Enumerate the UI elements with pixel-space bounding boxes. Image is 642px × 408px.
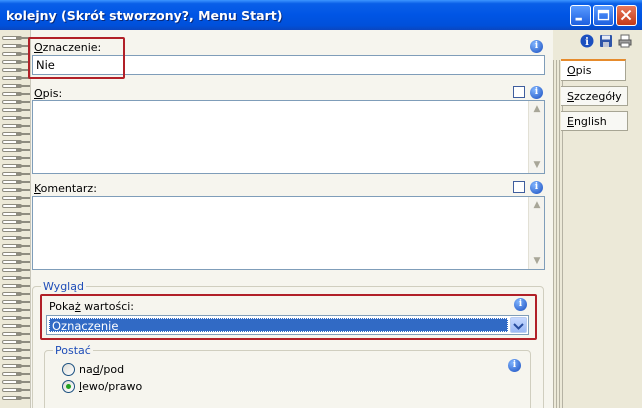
binder-ring [2, 172, 30, 178]
expand-icon[interactable] [513, 86, 525, 98]
binder-ring [2, 164, 30, 170]
binder-ring [2, 44, 30, 50]
tab-opis[interactable]: Opis [561, 59, 626, 81]
scroll-down-icon[interactable]: ▼ [529, 253, 545, 269]
save-icon[interactable] [599, 34, 613, 48]
binder-ring [2, 92, 30, 98]
binder-ring [2, 268, 30, 274]
binder-ring [2, 68, 30, 74]
binder-ring [2, 348, 30, 354]
binder-ring [2, 132, 30, 138]
form-panel: Oznaczenie: i Nie Opis: i ▲ ▼ Komentarz:… [28, 30, 553, 408]
binder-ring [2, 356, 30, 362]
binder-ring [2, 220, 30, 226]
binder-ring [2, 188, 30, 194]
radio-lewo-prawo[interactable] [62, 380, 75, 393]
binder-ring [2, 332, 30, 338]
window-title: kolejny (Skrót stworzony?, Menu Start) [6, 8, 283, 23]
svg-text:i: i [585, 37, 589, 48]
binder-ring [2, 228, 30, 234]
binder-ring [2, 324, 30, 330]
binder-ring [2, 388, 30, 394]
postac-group [44, 350, 531, 408]
binder-ring [2, 212, 30, 218]
komentarz-label: Komentarz: [34, 182, 97, 195]
binder-ring [2, 116, 30, 122]
info-icon[interactable]: i [530, 86, 543, 99]
binder-ring [2, 36, 30, 42]
print-icon[interactable] [618, 34, 632, 48]
binder-ring [2, 292, 30, 298]
info-icon[interactable]: i [530, 181, 543, 194]
binder-ring [2, 100, 30, 106]
binder-ring [2, 108, 30, 114]
scroll-up-icon[interactable]: ▲ [529, 101, 545, 117]
opis-textarea[interactable]: ▲ ▼ [32, 100, 545, 174]
binder-ring [2, 124, 30, 130]
postac-group-title: Postać [53, 344, 93, 357]
pokaz-wartosci-highlight [40, 294, 537, 340]
info-icon[interactable]: i [530, 40, 543, 53]
binder-ring [2, 252, 30, 258]
radio-checked-dot [66, 384, 71, 389]
komentarz-scrollbar[interactable]: ▲ ▼ [528, 197, 544, 269]
binder-ring [2, 76, 30, 82]
binder-ring [2, 284, 30, 290]
binder-ring [2, 244, 30, 250]
binder-ring [2, 316, 30, 322]
binder-ring [2, 60, 30, 66]
scroll-up-icon[interactable]: ▲ [529, 197, 545, 213]
radio-lewo-prawo-label: lewo/prawo [79, 380, 143, 393]
binder-ring [2, 156, 30, 162]
maximize-icon [597, 9, 610, 21]
binder-ring [2, 180, 30, 186]
opis-scrollbar[interactable]: ▲ ▼ [528, 101, 544, 173]
radio-nad-pod-label: nad/pod [79, 363, 125, 376]
komentarz-textarea[interactable]: ▲ ▼ [32, 196, 545, 270]
binder-ring [2, 148, 30, 154]
binder-ring [2, 276, 30, 282]
binder-ring [2, 300, 30, 306]
spiral-binding [0, 30, 30, 408]
tab-english[interactable]: English [561, 111, 628, 131]
info-icon[interactable]: i [508, 359, 521, 372]
binder-ring [2, 396, 30, 402]
binder-ring [2, 260, 30, 266]
binder-ring [2, 380, 30, 386]
binder-ring [2, 308, 30, 314]
binder-ring [2, 372, 30, 378]
oznaczenie-highlight [28, 37, 125, 79]
opis-label: Opis: [34, 87, 63, 100]
info-icon[interactable]: i [580, 34, 594, 48]
binder-ring [2, 196, 30, 202]
tab-szczegoly[interactable]: Szczegóły [561, 86, 628, 106]
expand-icon[interactable] [513, 181, 525, 193]
binder-ring [2, 140, 30, 146]
close-button[interactable] [616, 5, 637, 26]
scroll-down-icon[interactable]: ▼ [529, 157, 545, 173]
minimize-icon [575, 17, 582, 21]
minimize-button[interactable] [570, 5, 591, 26]
binder-ring [2, 340, 30, 346]
binder-ring [2, 236, 30, 242]
radio-nad-pod[interactable] [62, 363, 75, 376]
title-bar[interactable]: kolejny (Skrót stworzony?, Menu Start) [0, 0, 642, 30]
binder-ring [2, 204, 30, 210]
binder-ring [2, 84, 30, 90]
wyglad-group-title: Wygląd [41, 280, 86, 293]
binder-ring [2, 52, 30, 58]
binder-ring [2, 364, 30, 370]
maximize-button[interactable] [593, 5, 614, 26]
close-icon [620, 9, 632, 21]
